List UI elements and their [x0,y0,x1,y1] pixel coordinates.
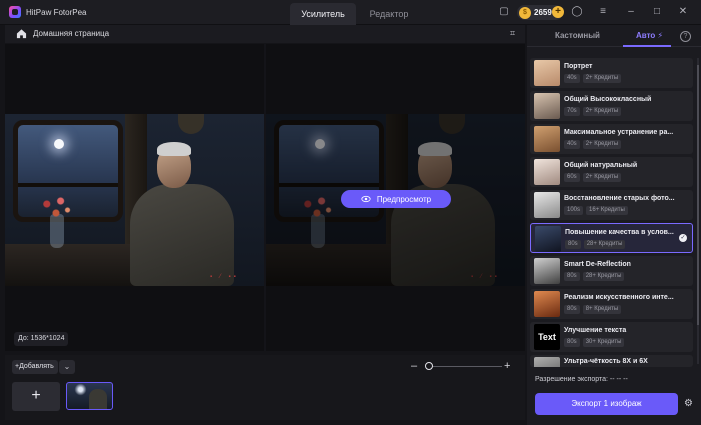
add-image-button[interactable]: + [12,382,60,411]
model-time: 40s [564,140,580,149]
home-icon[interactable] [16,28,27,39]
image-thumbnail[interactable] [66,382,113,410]
tab-editor[interactable]: Редактор [356,3,422,25]
menu-icon[interactable]: ≡ [597,6,609,18]
bottom-strip: +Добавлять ⌄ – + + [5,355,525,420]
maximize-icon[interactable]: □ [651,6,663,18]
tab-enhancer[interactable]: Усилитель [290,3,356,25]
export-button[interactable]: Экспорт 1 изображ [535,393,678,415]
tab-auto[interactable]: Авто ⚡ [636,31,663,40]
home-link[interactable]: Домашняя страница [33,29,109,38]
minimize-icon[interactable]: – [625,6,637,18]
model-time: 40s [564,74,580,83]
model-name: Повышение качества в услов... [565,229,674,236]
zoom-out-button[interactable]: – [411,360,421,372]
model-panel: Кастомный Авто ⚡ ? Портрет 40s 2+ Кредиты… [527,25,701,425]
close-icon[interactable]: ✕ [677,6,689,18]
active-tab-indicator [623,45,671,47]
model-name: Улучшение текста [564,327,627,334]
model-name: Реализм искусственного инте... [564,294,674,301]
model-time: 80s [564,272,580,281]
model-thumbnail [534,126,560,152]
preview-button[interactable]: Предпросмотр [341,190,451,208]
zoom-slider-knob[interactable] [425,362,433,370]
selected-check-icon: ✓ [679,234,687,242]
model-name: Общий Высококлассный [564,96,652,103]
add-label: Добавлять [19,363,54,370]
model-item[interactable]: Восстановление старых фото... 100s 16+ Кр… [530,190,693,220]
image-size-label: До: 1536*1024 [14,332,69,346]
account-icon[interactable]: ◯ [571,6,583,18]
model-time: 80s [565,240,581,249]
model-name: Общий натуральный [564,162,638,169]
model-thumbnail [534,159,560,185]
coin-icon: $ [519,6,531,19]
model-credits: 28+ Кредиты [582,272,625,281]
home-bar: Домашняя страница ⌗ [5,25,525,43]
model-thumbnail [534,258,560,284]
mode-tabs: Усилитель Редактор [290,3,422,25]
model-name: Smart De-Reflection [564,261,631,268]
model-item[interactable]: Портрет 40s 2+ Кредиты [530,58,693,88]
help-icon[interactable]: ? [680,31,691,42]
model-thumbnail [535,226,561,252]
crop-icon[interactable]: ⌗ [510,28,521,39]
model-credits: 28+ Кредиты [583,240,626,249]
buy-credits-button[interactable]: + [552,6,564,18]
model-time: 80s [564,338,580,347]
preview-canvas: ▪ ⁄ ▪▪ ▪ ⁄ ▪▪ Предпросмотр До: 1536*1024 [5,44,525,351]
original-image: ▪ ⁄ ▪▪ [5,114,264,286]
model-credits: 2+ Кредиты [582,173,622,182]
model-time: 70s [564,107,580,116]
model-time: 60s [564,173,580,182]
model-item[interactable]: Общий натуральный 60s 2+ Кредиты [530,157,693,187]
model-time: 80s [564,305,580,314]
app-logo-icon [9,6,21,18]
app-title: HitPaw FotorPea [26,8,87,17]
gear-icon[interactable]: ⚙ [684,398,695,409]
credits-value: 2659 [534,8,552,17]
preview-label: Предпросмотр [376,194,432,204]
model-item[interactable]: Smart De-Reflection 80s 28+ Кредиты [530,256,693,286]
model-item[interactable]: Реализм искусственного инте... 80s 8+ Кре… [530,289,693,319]
model-name: Ультра-чёткость 8X и 6X [564,358,648,365]
tab-custom[interactable]: Кастомный [555,31,600,40]
model-item[interactable]: Общий Высококлассный 70s 2+ Кредиты [530,91,693,121]
model-list-scroll-thumb[interactable] [697,65,699,325]
text-model-thumbnail: Text [534,324,560,350]
eye-icon [361,195,371,203]
model-item[interactable]: Ультра-чёткость 8X и 6X [530,355,693,367]
message-icon[interactable]: ▢ [498,6,510,18]
zoom-slider[interactable] [429,366,502,367]
model-credits: 8+ Кредиты [582,305,622,314]
model-thumbnail [534,192,560,218]
export-resolution: Разрешение экспорта: -- -- -- [535,376,628,383]
model-thumbnail [534,357,560,367]
title-bar: HitPaw FotorPea Усилитель Редактор ▢ $ 2… [0,0,701,25]
model-time: 100s [564,206,584,215]
lightning-icon: ⚡ [657,31,664,40]
model-item[interactable]: Максимальное устранение ра... 40s 2+ Кред… [530,124,693,154]
tab-auto-label: Авто [636,31,656,40]
model-name: Максимальное устранение ра... [564,129,674,136]
zoom-in-button[interactable]: + [504,360,514,372]
model-thumbnail [534,60,560,86]
add-dropdown[interactable]: ⌄ [59,360,75,374]
model-tabs: Кастомный Авто ⚡ ? [527,25,701,47]
model-credits: 2+ Кредиты [582,140,622,149]
model-thumbnail [534,93,560,119]
model-credits: 2+ Кредиты [582,74,622,83]
model-name: Восстановление старых фото... [564,195,675,202]
model-thumbnail [534,291,560,317]
model-credits: 30+ Кредиты [582,338,625,347]
model-name: Портрет [564,63,593,70]
model-credits: 16+ Кредиты [586,206,628,215]
add-button[interactable]: +Добавлять [12,360,58,374]
model-item[interactable]: Text Улучшение текста 80s 30+ Кредиты [530,322,693,352]
model-item-selected[interactable]: Повышение качества в услов... 80s 28+ Кре… [530,223,693,253]
model-credits: 2+ Кредиты [582,107,622,116]
